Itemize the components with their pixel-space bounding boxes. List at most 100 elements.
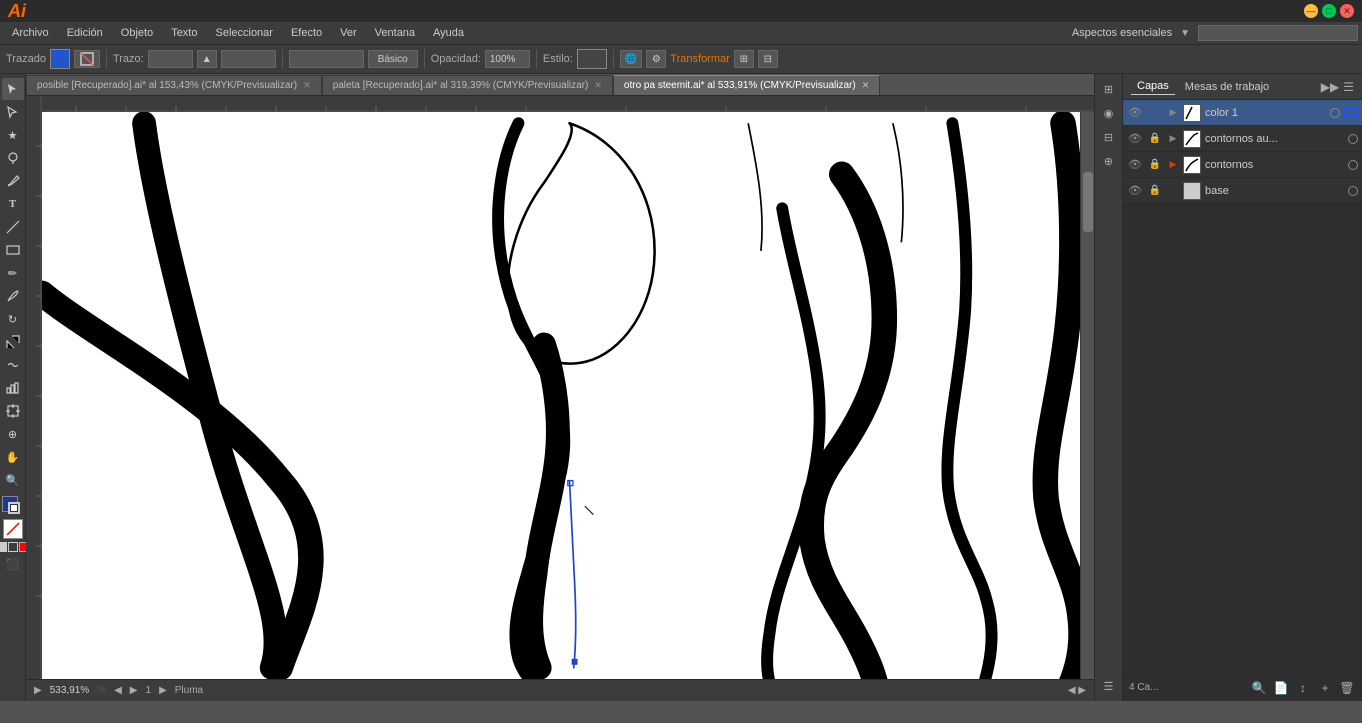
tab-0[interactable]: posible [Recuperado].ai* al 153,43% (CMY… [26,75,322,95]
no-color-swatch[interactable] [3,519,23,539]
fill-stroke-indicator[interactable] [2,496,24,518]
right-icon-3[interactable]: ⊟ [1098,126,1120,148]
line-tool[interactable] [2,216,24,238]
menu-archivo[interactable]: Archivo [4,25,57,41]
screen-mode[interactable]: ⬛ [2,553,24,575]
stroke-style-input[interactable] [289,50,364,68]
layer-0-lock[interactable] [1147,105,1163,121]
layer-row-3[interactable]: 👁 🔒 base [1123,178,1362,204]
pen-tool[interactable] [2,170,24,192]
gradient-icon[interactable] [8,542,18,552]
prev-artboard[interactable]: ◀ [114,685,122,696]
layer-row-1[interactable]: 👁 🔒 ▶ contornos au... [1123,126,1362,152]
layer-2-eye[interactable]: 👁 [1127,157,1143,173]
lasso-tool[interactable] [2,147,24,169]
trazo-value-input[interactable] [221,50,276,68]
layer-0-eye[interactable]: 👁 [1127,105,1143,121]
transformar-label: Transformar [670,53,730,65]
delete-layer-btn[interactable]: 🗑 [1338,679,1356,697]
menu-edicion[interactable]: Edición [59,25,111,41]
world-icon[interactable]: 🌐 [620,50,642,68]
type-tool[interactable]: T [2,193,24,215]
basico-label[interactable]: Básico [368,50,418,68]
menu-texto[interactable]: Texto [163,25,205,41]
settings-icon[interactable]: ⚙ [646,50,666,68]
maximize-button[interactable]: □ [1322,4,1336,18]
right-icon-1[interactable]: ⊞ [1098,78,1120,100]
pencil-tool[interactable]: ✏ [2,262,24,284]
fill-swatch[interactable] [50,49,70,69]
slice-tool[interactable]: ⊕ [2,423,24,445]
menu-efecto[interactable]: Efecto [283,25,330,41]
hand-tool[interactable]: ✋ [2,446,24,468]
tabs-bar: posible [Recuperado].ai* al 153,43% (CMY… [26,74,1094,96]
estilo-swatch[interactable] [577,49,607,69]
align-btn[interactable]: ⊟ [758,50,778,68]
layer-0-expand[interactable]: ▶ [1167,107,1179,119]
find-layer-btn[interactable]: 🔍 [1250,679,1268,697]
layer-row-2[interactable]: 👁 🔒 ▶ contornos [1123,152,1362,178]
tab-2[interactable]: otro pa steemit.ai* al 533,91% (CMYK/Pre… [613,75,880,95]
close-button[interactable]: ✕ [1340,4,1354,18]
menu-ver[interactable]: Ver [332,25,365,41]
menu-objeto[interactable]: Objeto [113,25,161,41]
tool-status: Pluma [175,685,203,696]
right-icon-bottom[interactable]: ☰ [1098,675,1120,697]
layer-1-expand[interactable]: ▶ [1167,133,1179,145]
right-icon-4[interactable]: ⊕ [1098,150,1120,172]
scale-tool[interactable] [2,331,24,353]
vertical-scrollbar[interactable] [1080,112,1094,679]
next-artboard[interactable]: ▶ [130,685,138,696]
artboard-tool[interactable] [2,400,24,422]
transform-btn[interactable]: ⊞ [734,50,754,68]
rectangle-tool[interactable] [2,239,24,261]
artboards-tab[interactable]: Mesas de trabajo [1179,79,1275,95]
status-arrows[interactable]: ◀ ▶ [1068,685,1086,696]
layers-tab[interactable]: Capas [1131,78,1175,95]
menu-ventana[interactable]: Ventana [367,25,423,41]
zoom-tool[interactable]: 🔍 [2,469,24,491]
white-canvas[interactable] [42,112,1080,679]
layer-1-eye[interactable]: 👁 [1127,131,1143,147]
menu-ayuda[interactable]: Ayuda [425,25,472,41]
paintbrush-tool[interactable] [2,285,24,307]
tab-1-close[interactable]: ✕ [594,80,602,91]
panel-options[interactable]: ☰ [1343,80,1354,94]
artboard-end[interactable]: ▶ [159,685,167,696]
add-layer-btn[interactable]: + [1316,679,1334,697]
warp-tool[interactable] [2,354,24,376]
scroll-thumb[interactable] [1083,172,1093,232]
new-layer-btn[interactable]: 📄 [1272,679,1290,697]
color-mode-icons [0,542,29,552]
tab-1[interactable]: paleta [Recuperado].ai* al 319,39% (CMYK… [322,75,613,95]
panel-menu-arrow[interactable]: ▶▶ [1321,80,1339,94]
tab-2-close[interactable]: ✕ [862,80,870,91]
canvas-area[interactable]: posible [Recuperado].ai* al 153,43% (CMY… [26,74,1094,701]
layer-3-lock[interactable]: 🔒 [1147,183,1163,199]
rotate-tool[interactable]: ↻ [2,308,24,330]
stroke-indicator[interactable] [74,50,100,68]
direct-selection-tool[interactable] [2,101,24,123]
layer-2-expand[interactable]: ▶ [1167,159,1179,171]
workspace-dropdown-icon[interactable]: ▼ [1180,28,1190,39]
drawing-canvas[interactable] [26,96,1094,679]
right-icon-2[interactable]: ◉ [1098,102,1120,124]
opacidad-input[interactable] [485,50,530,68]
layer-3-eye[interactable]: 👁 [1127,183,1143,199]
trazo-up[interactable]: ▲ [197,50,217,68]
menu-seleccionar[interactable]: Seleccionar [207,25,280,41]
minimize-button[interactable]: — [1304,4,1318,18]
layer-3-expand[interactable] [1167,185,1179,197]
tab-0-close[interactable]: ✕ [303,80,311,91]
trazo-input[interactable] [148,50,193,68]
color-icon[interactable] [0,542,7,552]
selection-tool[interactable] [2,78,24,100]
opacidad-label: Opacidad: [431,53,481,65]
search-input[interactable] [1198,25,1358,41]
layer-1-lock[interactable]: 🔒 [1147,131,1163,147]
magic-wand-tool[interactable]: ★ [2,124,24,146]
layer-row-0[interactable]: 👁 ▶ color 1 [1123,100,1362,126]
graph-tool[interactable] [2,377,24,399]
layer-2-lock[interactable]: 🔒 [1147,157,1163,173]
move-to-btn[interactable]: ↕ [1294,679,1312,697]
